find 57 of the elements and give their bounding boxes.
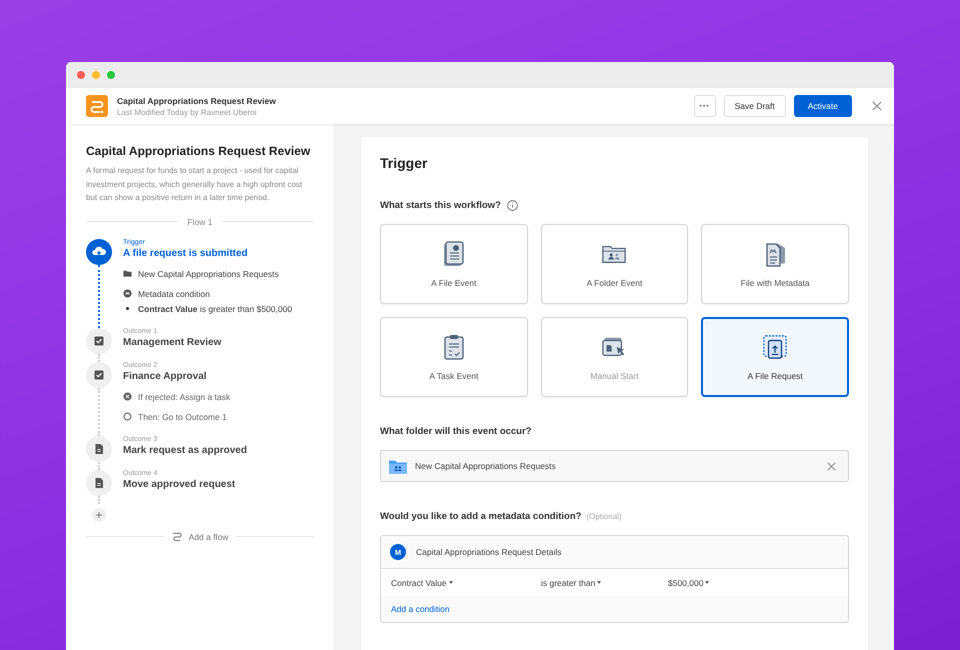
section-title: Trigger <box>380 155 428 171</box>
flow-label: Flow 1 <box>187 216 213 226</box>
sidebar-title: Capital Appropriations Request Review <box>86 144 312 158</box>
task-checkbox-icon[interactable] <box>86 362 112 388</box>
save-draft-button[interactable]: Save Draft <box>724 95 786 117</box>
x-circle-icon <box>123 392 132 401</box>
field-dropdown[interactable]: Contract Value <box>391 578 541 588</box>
flow-icon <box>172 532 183 541</box>
folder-name: New Capital Appropriations Requests <box>415 461 557 471</box>
workflow-description: A formal request for funds to start a project - used for capital investment projects, which generally have a high upfront cost but can show a positive return in a later time period. <box>86 165 304 204</box>
trigger-option[interactable]: A Task Event <box>380 317 528 397</box>
caret-icon <box>448 581 453 584</box>
metadata-icon <box>123 289 132 298</box>
add-condition-link[interactable]: Add a condition <box>391 604 450 614</box>
value-dropdown[interactable]: $500,000 <box>668 578 710 588</box>
document-icon[interactable] <box>86 470 112 496</box>
operator-dropdown[interactable]: is greater than <box>541 578 668 588</box>
trigger-option[interactable]: A File Event <box>380 224 528 304</box>
step-title[interactable]: Move approved request <box>123 478 236 490</box>
close-window-icon[interactable] <box>77 71 85 79</box>
trigger-option[interactable]: A Folder Event <box>540 224 688 304</box>
activate-button[interactable]: Activate <box>794 95 852 117</box>
shared-folder-icon <box>389 458 407 474</box>
last-modified-text: Last Modified Today by Ravneet Uberoi <box>117 108 258 116</box>
info-icon[interactable] <box>506 200 518 211</box>
clear-icon[interactable] <box>827 462 836 470</box>
trigger-option[interactable]: File with Metadata <box>701 224 849 304</box>
task-checkbox-icon[interactable] <box>86 328 112 354</box>
step-detail-text: New Capital Appropriations Requests <box>138 268 279 278</box>
step-detail-text: Then: Go to Outcome 1 <box>138 412 227 422</box>
upload-cloud-icon[interactable] <box>86 238 112 264</box>
question-text: What folder will this event occur? <box>380 426 532 437</box>
add-step-icon[interactable] <box>92 508 106 522</box>
workflow-logo-icon <box>86 95 108 117</box>
circle-icon <box>123 412 132 421</box>
step-title[interactable]: Finance Approval <box>123 370 230 382</box>
optional-text: (Optional) <box>586 512 622 521</box>
close-icon[interactable] <box>872 101 882 111</box>
step-detail-text: Metadata condition <box>138 288 210 298</box>
file-upload-icon <box>762 333 788 361</box>
step-title[interactable]: A file request is submitted <box>123 248 292 258</box>
folder-field[interactable]: New Capital Appropriations Requests <box>380 450 849 482</box>
document-icon[interactable] <box>86 436 112 462</box>
question-text: What starts this workflow? <box>380 200 501 211</box>
step-detail-text: If rejected: Assign a task <box>138 392 230 402</box>
bullet-icon <box>126 307 129 310</box>
step-title[interactable]: Mark request as approved <box>123 444 247 456</box>
caret-icon <box>597 581 602 584</box>
question-text: Would you like to add a metadata condition? <box>380 511 582 522</box>
step-title[interactable]: Management Review <box>123 336 222 348</box>
workflow-title: Capital Appropriations Request Review <box>117 96 277 106</box>
folder-icon <box>123 269 132 278</box>
template-name: Capital Appropriations Request Details <box>416 547 562 557</box>
trigger-option[interactable]: A File Request <box>701 317 849 397</box>
caret-icon <box>705 581 710 584</box>
add-flow-button[interactable]: Add a flow <box>172 532 228 542</box>
step-detail-text: Contract Value is greater than $500,000 <box>138 304 292 314</box>
